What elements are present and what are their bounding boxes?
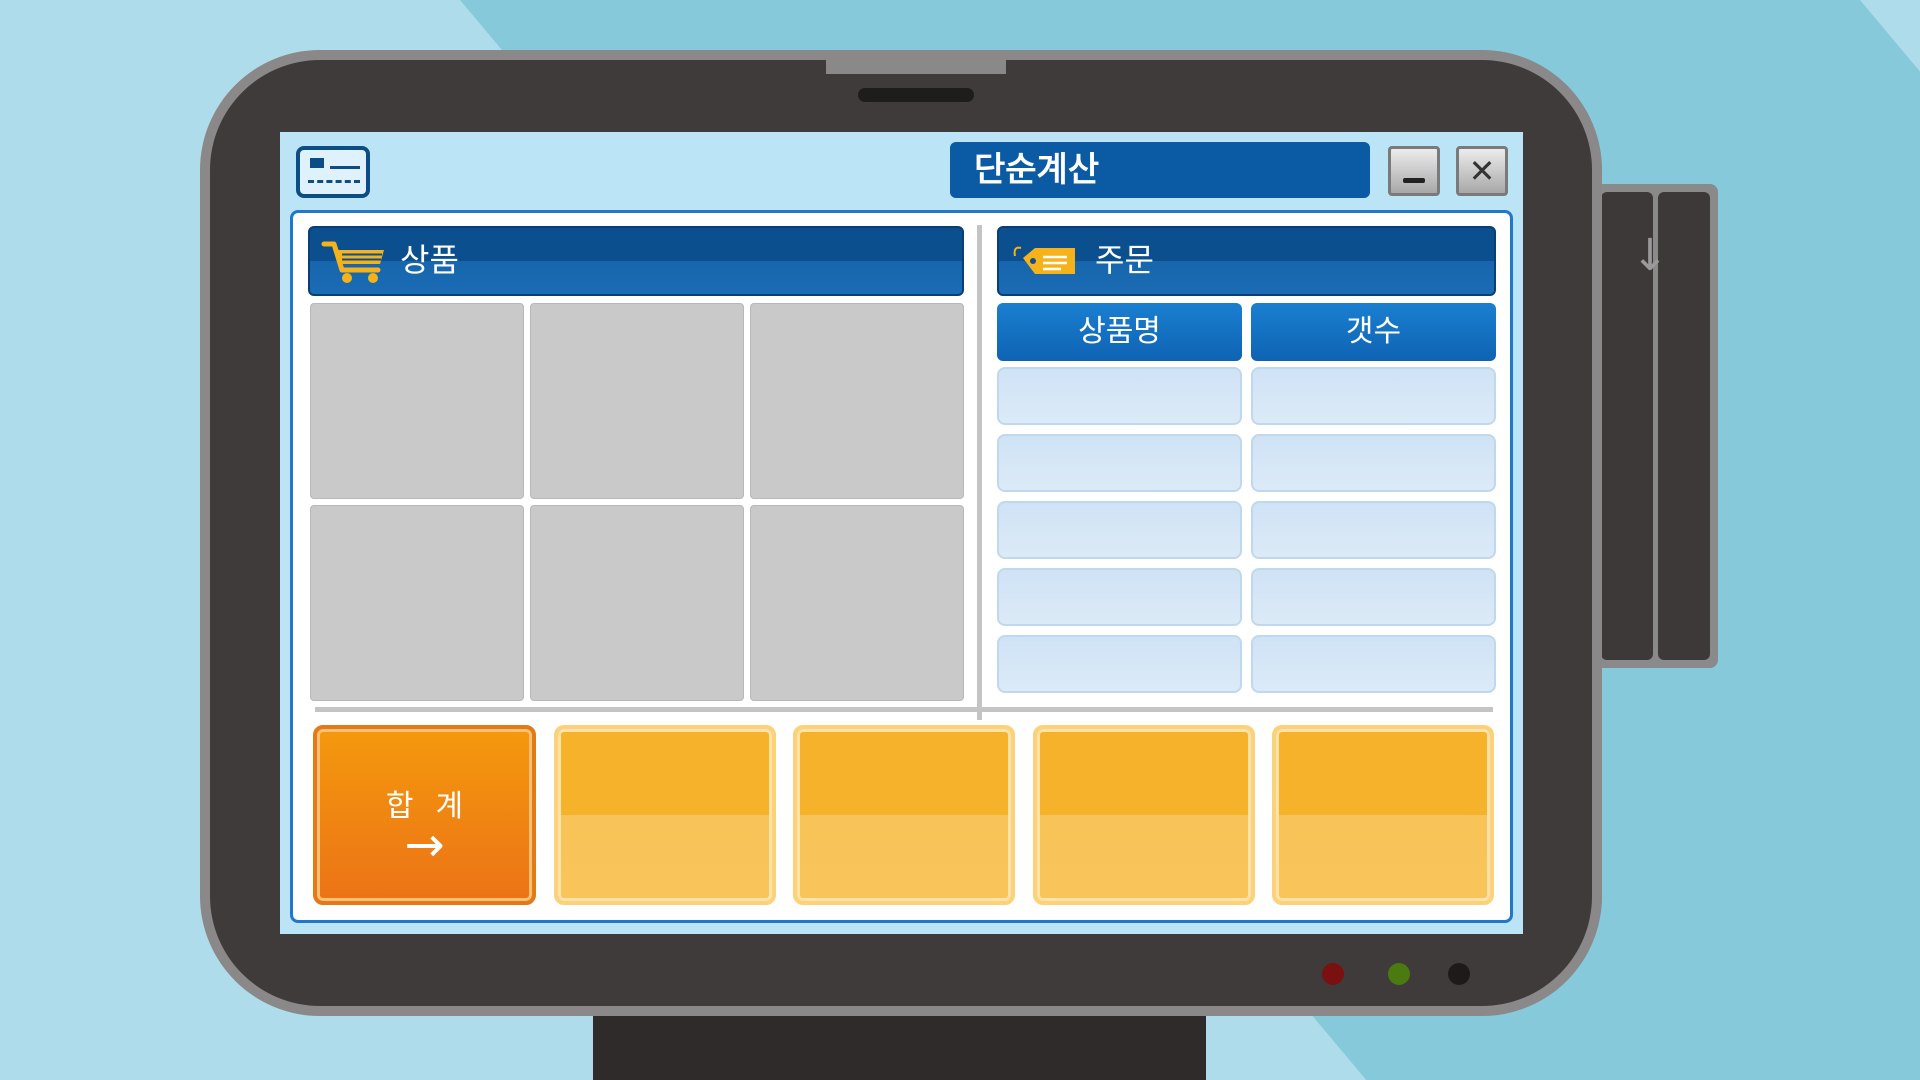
- order-row-quantity[interactable]: [1251, 501, 1496, 559]
- order-quantity-column: [1251, 367, 1496, 702]
- product-tile[interactable]: [530, 303, 744, 499]
- total-button[interactable]: 합계 →: [313, 725, 536, 905]
- status-led-off: [1448, 963, 1470, 985]
- terminal-stand: [593, 1010, 1206, 1080]
- price-tag-icon: [1013, 246, 1075, 274]
- terminal-top-clip: [826, 52, 1006, 74]
- minimize-icon: [1403, 178, 1425, 183]
- window-title: 단순계산: [974, 150, 1100, 190]
- main-panel: 상품 주문 상품명 갯수 합계 →: [290, 210, 1513, 923]
- order-header-label: 주문: [1095, 241, 1154, 279]
- window-title-bar: 단순계산: [950, 142, 1370, 198]
- pos-screen: 단순계산 ✕ 상품 주문 상품명 갯수 합계 →: [280, 132, 1523, 934]
- product-grid: [310, 303, 964, 703]
- order-row-name[interactable]: [997, 367, 1242, 425]
- order-row-quantity[interactable]: [1251, 367, 1496, 425]
- action-button-4[interactable]: [1272, 725, 1494, 905]
- product-tile[interactable]: [530, 505, 744, 701]
- close-button[interactable]: ✕: [1456, 146, 1508, 196]
- product-tile[interactable]: [310, 505, 524, 701]
- action-button-1[interactable]: [554, 725, 776, 905]
- order-name-column: [997, 367, 1242, 702]
- order-row-quantity[interactable]: [1251, 635, 1496, 693]
- arrow-down-icon: ↓: [1631, 230, 1669, 281]
- close-icon: ✕: [1468, 152, 1496, 190]
- arrow-right-icon: →: [404, 817, 445, 873]
- products-header-label: 상품: [400, 241, 459, 279]
- order-row-quantity[interactable]: [1251, 434, 1496, 492]
- minimize-button[interactable]: [1388, 146, 1440, 196]
- product-tile[interactable]: [310, 303, 524, 499]
- column-header-quantity: 갯수: [1251, 303, 1496, 361]
- status-led-green: [1388, 963, 1410, 985]
- credit-card-icon[interactable]: [296, 146, 370, 198]
- shopping-cart-icon: [321, 241, 384, 283]
- terminal-speaker: [858, 88, 974, 102]
- order-row-name[interactable]: [997, 501, 1242, 559]
- status-led-red: [1322, 963, 1344, 985]
- action-button-3[interactable]: [1033, 725, 1255, 905]
- column-header-product-name: 상품명: [997, 303, 1242, 361]
- vertical-divider: [977, 225, 982, 720]
- product-tile[interactable]: [750, 505, 964, 701]
- card-reader: ↓: [1596, 184, 1718, 668]
- products-header: 상품: [308, 226, 964, 296]
- order-header: 주문: [997, 226, 1496, 296]
- product-tile[interactable]: [750, 303, 964, 499]
- horizontal-divider: [315, 707, 1493, 712]
- order-row-name[interactable]: [997, 635, 1242, 693]
- action-button-2[interactable]: [793, 725, 1015, 905]
- order-row-quantity[interactable]: [1251, 568, 1496, 626]
- order-row-name[interactable]: [997, 568, 1242, 626]
- order-row-name[interactable]: [997, 434, 1242, 492]
